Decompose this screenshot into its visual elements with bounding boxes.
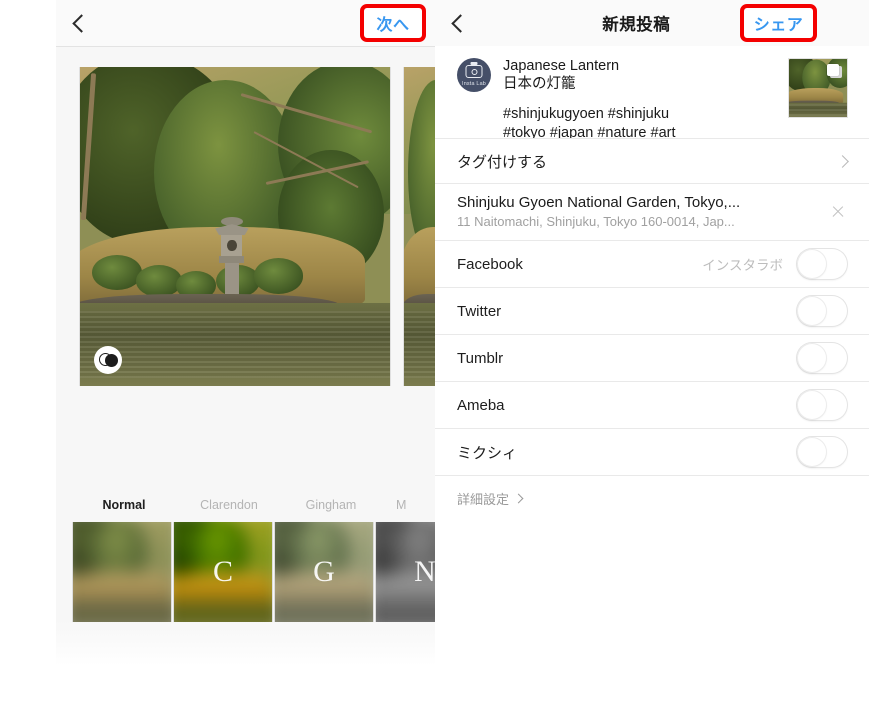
filter-letter-gingham: G bbox=[313, 555, 335, 588]
photo-carousel[interactable] bbox=[56, 67, 435, 386]
left-screen-bottom-fade bbox=[56, 620, 435, 666]
social-row-mixi[interactable]: ミクシィ bbox=[435, 429, 869, 476]
filter-label-clarendon[interactable]: Clarendon bbox=[174, 498, 284, 512]
right-screen-new-post: 新規投稿 シェア Insta Lab Japanese Lantern 日本の灯… bbox=[435, 0, 869, 720]
chevron-right-icon bbox=[836, 154, 849, 168]
social-row-tumblr[interactable]: Tumblr bbox=[435, 335, 869, 382]
back-button[interactable] bbox=[56, 0, 102, 46]
social-label-tumblr: Tumblr bbox=[457, 349, 504, 367]
social-note-facebook: インスタラボ bbox=[702, 258, 783, 273]
filter-name-row: Normal Clarendon Gingham M bbox=[56, 498, 435, 520]
social-label-twitter: Twitter bbox=[457, 302, 502, 320]
caption-hashtags-line1: #shinjukugyoen #shinjuku bbox=[503, 106, 670, 122]
chevron-left-icon bbox=[71, 13, 91, 33]
advanced-settings-link[interactable]: 詳細設定 bbox=[435, 476, 869, 508]
new-post-form: Insta Lab Japanese Lantern 日本の灯籠 #shinju… bbox=[435, 46, 869, 720]
filter-letter-moon: N bbox=[414, 555, 435, 588]
left-screen-filter-editor: 次へ bbox=[0, 0, 435, 720]
filter-label-moon[interactable]: M bbox=[396, 498, 436, 512]
caption-hashtags-line2: #tokyo #japan #nature #art bbox=[503, 125, 676, 139]
caption-title: Japanese Lantern bbox=[503, 58, 620, 74]
annotation-share-button[interactable]: シェア bbox=[740, 4, 817, 42]
camera-icon bbox=[465, 65, 483, 78]
post-thumbnail[interactable] bbox=[789, 59, 847, 117]
chevron-right-icon bbox=[513, 493, 524, 504]
filter-thumb-clarendon[interactable]: C bbox=[174, 522, 272, 622]
caption-text[interactable]: Japanese Lantern 日本の灯籠 #shinjukugyoen #s… bbox=[491, 56, 789, 138]
next-button[interactable]: 次へ bbox=[376, 11, 409, 35]
filter-letter-clarendon: C bbox=[212, 555, 233, 588]
filter-label-normal[interactable]: Normal bbox=[56, 498, 192, 512]
garden-photo-secondary bbox=[404, 67, 435, 386]
avatar: Insta Lab bbox=[457, 58, 491, 92]
location-address: 11 Naitomachi, Shinjuku, Tokyo 160-0014,… bbox=[457, 214, 735, 229]
annotation-next-button[interactable]: 次へ bbox=[360, 4, 426, 42]
toggle-tumblr[interactable] bbox=[797, 343, 847, 373]
location-row[interactable]: Shinjuku Gyoen National Garden, Tokyo,..… bbox=[435, 184, 869, 241]
filter-thumb-moon[interactable]: N bbox=[376, 522, 435, 622]
photo-preview-next[interactable] bbox=[404, 67, 435, 386]
social-label-facebook: Facebook bbox=[457, 255, 523, 273]
avatar-label: Insta Lab bbox=[462, 81, 486, 87]
toggle-facebook[interactable] bbox=[797, 249, 847, 279]
caption-subtitle: 日本の灯籠 bbox=[503, 76, 576, 92]
social-label-ameba: Ameba bbox=[457, 396, 505, 414]
tag-people-row[interactable]: タグ付けする bbox=[435, 139, 869, 184]
back-button-right[interactable] bbox=[435, 0, 481, 46]
filter-adjust-icon[interactable] bbox=[94, 346, 122, 374]
filter-thumbnail-strip[interactable]: C G N bbox=[56, 522, 435, 622]
filter-letter-normal bbox=[73, 522, 171, 622]
advanced-settings-label: 詳細設定 bbox=[457, 492, 510, 507]
share-button[interactable]: シェア bbox=[754, 11, 804, 35]
location-name: Shinjuku Gyoen National Garden, Tokyo,..… bbox=[457, 194, 741, 211]
screenshot-root: 次へ bbox=[0, 0, 869, 720]
filter-thumb-normal[interactable] bbox=[73, 522, 171, 622]
toggle-twitter[interactable] bbox=[797, 296, 847, 326]
social-row-facebook[interactable]: Facebook インスタラボ bbox=[435, 241, 869, 288]
chevron-left-icon bbox=[450, 13, 470, 33]
social-row-ameba[interactable]: Ameba bbox=[435, 382, 869, 429]
filter-thumb-gingham[interactable]: G bbox=[275, 522, 373, 622]
toggle-ameba[interactable] bbox=[797, 390, 847, 420]
tag-people-label: タグ付けする bbox=[457, 153, 548, 171]
social-label-mixi: ミクシィ bbox=[457, 444, 518, 462]
close-icon[interactable] bbox=[829, 203, 847, 221]
photo-preview-main[interactable] bbox=[80, 67, 390, 386]
garden-photo bbox=[80, 67, 390, 386]
multi-photo-icon bbox=[827, 64, 842, 79]
toggle-mixi[interactable] bbox=[797, 437, 847, 467]
caption-row[interactable]: Insta Lab Japanese Lantern 日本の灯籠 #shinju… bbox=[435, 46, 869, 139]
social-row-twitter[interactable]: Twitter bbox=[435, 288, 869, 335]
filter-label-gingham[interactable]: Gingham bbox=[278, 498, 384, 512]
